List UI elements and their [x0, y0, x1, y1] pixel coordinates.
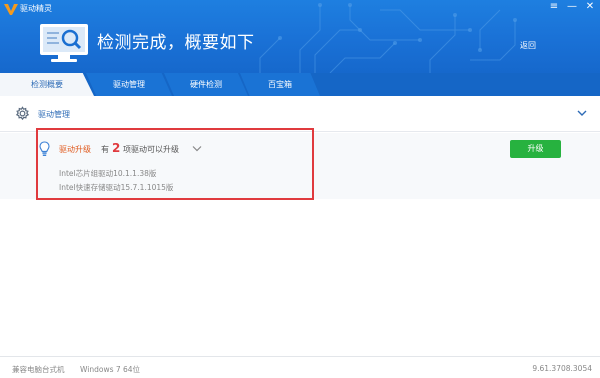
- back-link[interactable]: 返回: [520, 40, 536, 51]
- tab-toolbox[interactable]: 百宝箱: [240, 73, 320, 96]
- tab-overview[interactable]: 检测概要: [0, 73, 94, 96]
- update-suffix-text: 项驱动可以升级: [123, 145, 179, 154]
- os-label: Windows 7 64位: [80, 365, 141, 374]
- update-prefix-text: 有: [101, 145, 109, 154]
- status-footer: 兼容电脑台式机 Windows 7 64位 9.61.3708.3054: [0, 356, 600, 378]
- update-count: 2: [112, 141, 121, 155]
- minimize-icon[interactable]: —: [566, 2, 578, 12]
- upgrade-button[interactable]: 升级: [510, 140, 561, 158]
- circuit-pattern-decoration: [259, 3, 517, 73]
- tab-driver-management[interactable]: 驱动管理: [86, 73, 172, 96]
- driver-update-label: 驱动升级: [59, 145, 91, 154]
- menu-icon[interactable]: ≡: [548, 2, 560, 12]
- app-logo-icon: [4, 4, 18, 15]
- app-title: 驱动精灵: [20, 4, 52, 13]
- chevron-down-icon[interactable]: [577, 109, 587, 117]
- driver-item: Intel芯片组驱动10.1.1.38版: [59, 169, 157, 178]
- chevron-down-icon[interactable]: [192, 145, 202, 152]
- title-bar-header: 驱动精灵 ≡ — ✕ 检测完成，概要如下 返回: [0, 0, 600, 73]
- lightbulb-icon: [39, 141, 50, 156]
- pc-type-label: 兼容电脑台式机: [12, 365, 65, 374]
- gear-icon: [15, 106, 30, 121]
- version-label: 9.61.3708.3054: [532, 364, 592, 373]
- tab-bar: 百宝箱 硬件检测 驱动管理 检测概要: [0, 73, 600, 96]
- close-icon[interactable]: ✕: [584, 2, 596, 12]
- status-title: 检测完成，概要如下: [97, 33, 255, 53]
- driver-item: Intel快速存储驱动15.7.1.1015版: [59, 183, 174, 192]
- monitor-scan-icon: [40, 24, 88, 62]
- tab-hardware-detection[interactable]: 硬件检测: [164, 73, 248, 96]
- section-title: 驱动管理: [38, 110, 70, 119]
- driver-management-section-header[interactable]: 驱动管理: [0, 96, 600, 132]
